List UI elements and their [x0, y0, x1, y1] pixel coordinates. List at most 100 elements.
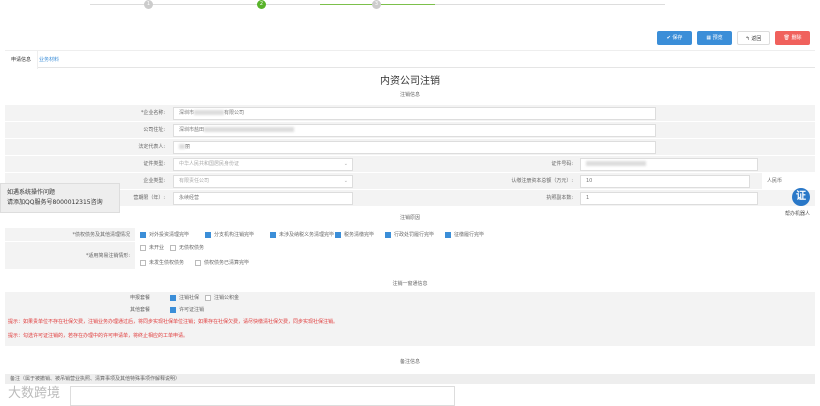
legal-rep-input[interactable]: 丽 — [173, 141, 656, 154]
step-line — [550, 4, 665, 5]
checkbox-checked[interactable] — [140, 231, 146, 238]
remark-textarea[interactable] — [70, 386, 455, 406]
checkbox-checked[interactable] — [445, 231, 451, 238]
address-row: 公司住址: 深圳市盐田 — [5, 122, 815, 139]
simple-option[interactable]: 无债权债务 — [170, 243, 204, 253]
simple-option[interactable]: 未开业 — [140, 243, 164, 253]
id-row: 证件类型: 中华人民共和国居民身份证 ⌄ 证件号码: — [5, 156, 815, 173]
checkbox-checked[interactable] — [170, 294, 176, 301]
option-label: 未发生债权债务 — [149, 260, 185, 266]
checkbox-checked[interactable] — [270, 231, 276, 238]
redacted — [586, 161, 646, 166]
declare-option[interactable]: 注销公积金 — [205, 293, 239, 303]
delete-button[interactable]: 🗑 删除 — [775, 31, 810, 45]
company-name-input[interactable]: 深圳市 有限公司 — [173, 107, 656, 120]
company-name-row: *企业名称: 深圳市 有限公司 — [5, 105, 815, 122]
robot-icon[interactable]: 证 — [792, 188, 810, 206]
redacted — [204, 127, 295, 132]
capital-unit: 人民币 — [762, 173, 815, 190]
legal-rep-row: 法定代表人: 丽 — [5, 139, 815, 156]
company-type-select[interactable]: 有限责任公司 ⌄ — [173, 175, 353, 188]
option-label: 未涉及纳税义务清理完毕 — [279, 232, 335, 238]
simple-option[interactable]: 债权债务已清算完毕 — [195, 258, 249, 268]
id-type-select[interactable]: 中华人民共和国居民身份证 ⌄ — [173, 158, 353, 171]
declare-label: 申报套餐 — [129, 295, 150, 301]
debts-options: 对外投资清理完毕 分支机构注销完毕 未涉及纳税义务清理完毕 税务清缴完毕 行政处… — [135, 228, 815, 242]
debts-option[interactable]: 对外投资清理完毕 — [140, 230, 189, 240]
option-label: 无债权债务 — [179, 245, 205, 251]
debts-option[interactable]: 税务清缴完毕 — [335, 230, 374, 240]
id-number-label: 证件号码: — [551, 161, 573, 167]
option-label: 对外投资清理完毕 — [149, 232, 190, 238]
tab-business-materials[interactable]: 业务材料 — [33, 51, 65, 69]
company-type-row: 企业类型: 有限责任公司 ⌄ 认缴注册资本总额（万元）: 10 人民币 — [5, 173, 815, 190]
checkbox-checked[interactable] — [170, 306, 176, 313]
debts-option[interactable]: 征缴履行完毕 — [445, 230, 484, 240]
value-suffix: 丽 — [185, 144, 191, 150]
step-3[interactable]: 3 — [372, 0, 381, 9]
checkbox[interactable] — [195, 259, 201, 266]
declare-option[interactable]: 注销社保 — [170, 293, 199, 303]
other-option[interactable]: 许可证注销 — [170, 305, 204, 315]
section-reason: 注销原因 — [399, 215, 420, 221]
section-one-window: 注销一窗通信息 — [392, 281, 428, 287]
help-popup-line: 请添加QQ服务号800001231​5咨询 — [7, 199, 103, 206]
checkbox[interactable] — [140, 244, 146, 251]
checkbox-checked[interactable] — [205, 231, 211, 238]
debts-label: *债权债务及其他清理情况 — [72, 232, 130, 238]
checkbox[interactable] — [205, 294, 211, 301]
save-button[interactable]: ✔ 保存 — [657, 31, 692, 45]
step-line — [435, 4, 550, 5]
address-input[interactable]: 深圳市盐田 — [173, 124, 656, 137]
debts-option[interactable]: 行政处罚履行完毕 — [385, 230, 434, 240]
term-row: 营期限（年）: 永续经营 执照副本数: 1 — [5, 190, 815, 207]
simple-row: *适用简易注销情形: 未开业 无债权债务 未发生债权债务 债权债务已清算完毕 — [5, 242, 815, 270]
legal-rep-label: 法定代表人: — [138, 144, 165, 150]
value-prefix: 深圳市 — [179, 110, 195, 116]
option-label: 未开业 — [149, 245, 165, 251]
option-label: 税务清缴完毕 — [344, 232, 375, 238]
company-type-value: 有限责任公司 — [179, 178, 210, 184]
section-cancel-info: 注销信息 — [399, 92, 420, 98]
other-label: 其他套餐 — [129, 307, 150, 313]
one-window-panel: 申报套餐 注销社保 注销公积金 其他套餐 许可证注销 提示：如果贵单位不存在社保… — [5, 292, 815, 346]
id-type-label: 证件类型: — [143, 161, 165, 167]
option-label: 行政处罚履行完毕 — [394, 232, 435, 238]
preview-button[interactable]: ▦ 预览 — [697, 31, 732, 45]
debts-row: *债权债务及其他清理情况 对外投资清理完毕 分支机构注销完毕 未涉及纳税义务清理… — [5, 228, 815, 242]
watermark: 大数跨境 — [8, 386, 61, 401]
checkbox[interactable] — [170, 244, 176, 251]
page-title: 内资公司注销 — [380, 76, 440, 87]
address-label: 公司住址: — [143, 127, 165, 133]
checkbox[interactable] — [140, 259, 146, 266]
company-name-label: *企业名称: — [140, 110, 165, 116]
capital-input[interactable]: 10 — [580, 175, 750, 188]
license-copies-input[interactable]: 1 — [580, 192, 758, 205]
term-input[interactable]: 永续经营 — [173, 192, 353, 205]
simple-options: 未开业 无债权债务 未发生债权债务 债权债务已清算完毕 — [135, 242, 815, 270]
step-2[interactable]: 2 — [257, 0, 266, 9]
option-label: 注销公积金 — [214, 295, 240, 301]
tab-bar: 申请信息 业务材料 — [5, 50, 815, 69]
back-button[interactable]: ↰ 返回 — [737, 31, 770, 45]
license-copies-label: 执照副本数: — [546, 195, 573, 201]
id-type-value: 中华人民共和国居民身份证 — [179, 161, 240, 167]
checkbox-checked[interactable] — [335, 231, 341, 238]
help-popup[interactable]: 如遇系统操作问题 请添加QQ服务号800001231​5咨询 — [0, 183, 120, 213]
option-label: 许可证注销 — [179, 307, 205, 313]
option-label: 债权债务已清算完毕 — [204, 260, 250, 266]
simple-option[interactable]: 未发生债权债务 — [140, 258, 184, 268]
capital-label: 认缴注册资本总额（万元）: — [511, 178, 573, 184]
simple-label: *适用简易注销情形: — [85, 253, 130, 259]
step-1[interactable]: 1 — [144, 0, 153, 9]
id-number-input[interactable] — [580, 158, 758, 171]
section-remark: 备注信息 — [399, 359, 420, 365]
checkbox-checked[interactable] — [385, 231, 391, 238]
debts-option[interactable]: 未涉及纳税义务清理完毕 — [270, 230, 334, 240]
option-label: 征缴履行完毕 — [454, 232, 485, 238]
chevron-down-icon: ⌄ — [343, 161, 348, 167]
tip-social-security: 提示：如果贵单位不存在社保欠费，注销业务办理通过后，将同步实现社保单位注销；如果… — [8, 319, 339, 325]
value-prefix: 深圳市盐田 — [179, 127, 205, 133]
debts-option[interactable]: 分支机构注销完毕 — [205, 230, 254, 240]
remark-label: 备注（属于被撤销、被吊销营业执照、清算事项及其他特殊事项作解释说明） — [5, 374, 815, 384]
